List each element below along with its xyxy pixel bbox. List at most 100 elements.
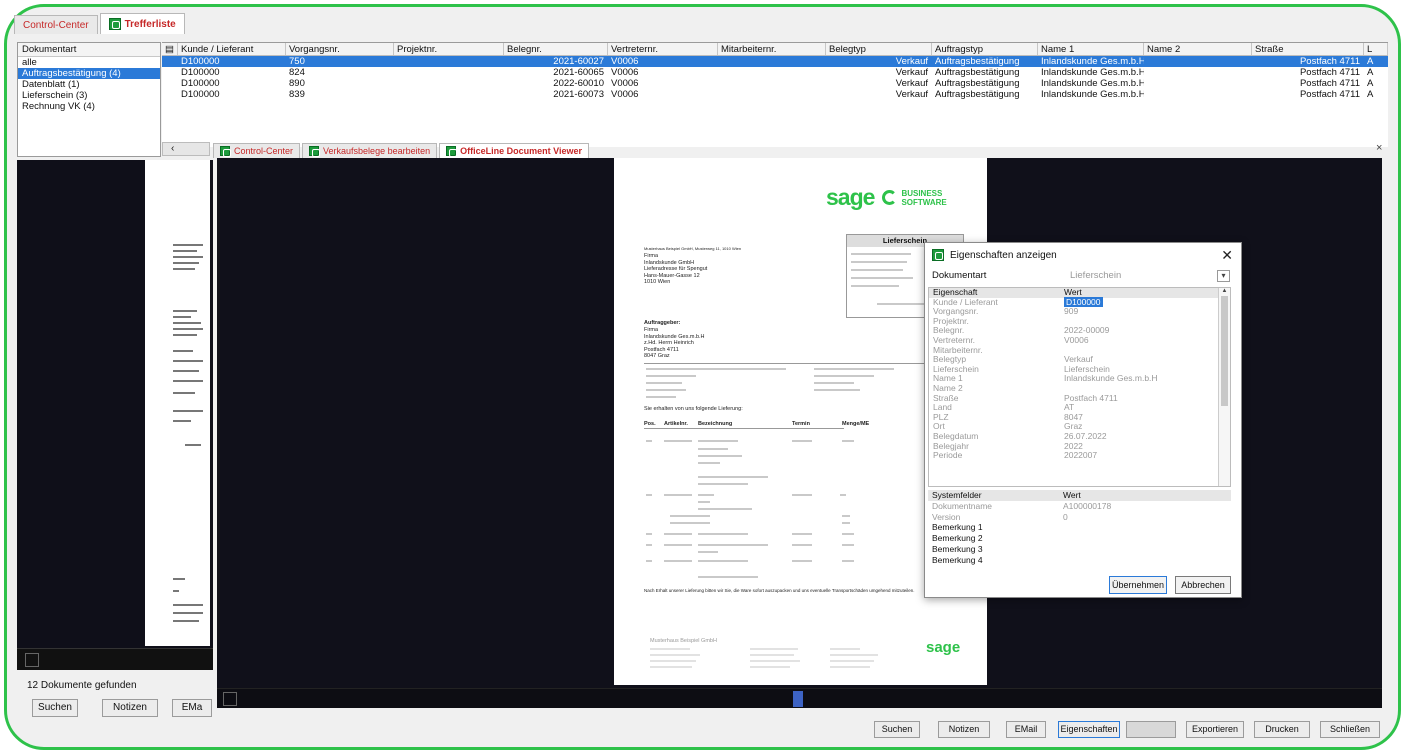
search-button-left[interactable]: Suchen [32, 699, 78, 717]
app-icon [446, 146, 458, 157]
search-button[interactable]: Suchen [874, 721, 920, 738]
header-systemfelder: Systemfelder [932, 490, 982, 500]
table-cell: 750 [289, 56, 305, 67]
system-key: Bemerkung 4 [932, 554, 983, 565]
system-row[interactable]: Version 0 [928, 512, 1231, 523]
doctype-value[interactable]: Lieferschein [1070, 270, 1121, 281]
horizontal-scroll-left[interactable]: ‹ [162, 142, 210, 156]
column-header[interactable]: Vertreternr. [608, 43, 718, 55]
viewer-close-icon[interactable]: × [1376, 142, 1382, 154]
column-header[interactable]: Straße [1252, 43, 1364, 55]
column-header[interactable]: Name 1 [1038, 43, 1144, 55]
doctype-item[interactable]: Auftragsbestätigung (4) [18, 68, 160, 79]
column-header[interactable]: Mitarbeiternr. [718, 43, 826, 55]
system-row[interactable]: Bemerkung 3 [928, 544, 1231, 555]
table-cell: 890 [289, 78, 305, 89]
chevron-down-icon[interactable]: ▾ [1217, 270, 1230, 282]
items-column-header: Pos. [644, 421, 656, 427]
tab-label: Control-Center [23, 19, 89, 31]
table-cell [394, 89, 504, 100]
property-row[interactable]: Periode 2022007 [929, 450, 1230, 461]
column-header[interactable]: Kunde / Lieferant [178, 43, 286, 55]
system-value: A100000178 [1063, 500, 1112, 511]
column-header[interactable]: Belegtyp [826, 43, 932, 55]
table-row[interactable]: D100000 839 2021-60073 V0006 Verkauf Auftrags… [162, 89, 1388, 100]
print-button[interactable]: Drucken [1254, 721, 1310, 738]
email-button-left[interactable]: EMa [172, 699, 212, 717]
tab-trefferliste[interactable]: Trefferliste [99, 13, 185, 34]
column-header[interactable]: Projektnr. [394, 43, 504, 55]
row-marker [162, 78, 178, 89]
system-row[interactable]: Bemerkung 2 [928, 533, 1231, 544]
properties-button[interactable]: Eigenschaften [1058, 721, 1120, 738]
fit-icon[interactable] [223, 692, 237, 706]
doctype-item[interactable]: Lieferschein (3) [18, 90, 160, 101]
email-button[interactable]: EMail [1006, 721, 1046, 738]
table-cell: Auftragsbestätigung [935, 78, 1020, 89]
export-button[interactable]: Exportieren [1186, 721, 1244, 738]
property-value: 2022007 [1064, 450, 1230, 461]
address-line: 8047 Graz [644, 353, 670, 359]
property-value-text: Graz [1064, 421, 1083, 432]
table-cell [718, 78, 826, 89]
notes-button-left[interactable]: Notizen [102, 699, 158, 717]
close-button[interactable]: Schließen [1320, 721, 1380, 738]
table-cell: Auftragsbestätigung [935, 67, 1020, 78]
table-cell: Verkauf [895, 67, 928, 78]
table-cell: D100000 [181, 78, 220, 89]
grid-header-row: ▤ Kunde / Lieferant Vorgangsnr. Projektnr. B… [162, 43, 1388, 56]
app-icon [220, 146, 231, 157]
doctype-row: Dokumentart Lieferschein ▾ [932, 270, 1230, 284]
system-row[interactable]: Dokumentname A100000178 [928, 501, 1231, 512]
table-cell: Inlandskunde Ges.m.b.H [1041, 56, 1144, 67]
property-scrollbar[interactable]: ▲ [1218, 288, 1230, 486]
table-cell: 2021-60065 [553, 67, 604, 78]
scroll-thumb[interactable] [793, 691, 803, 707]
property-row[interactable]: Straße Postfach 4711 [929, 393, 1230, 404]
column-header[interactable]: Belegnr. [504, 43, 608, 55]
table-row[interactable]: D100000 750 2021-60027 V0006 Verkauf Auftrags… [162, 56, 1388, 67]
notes-button[interactable]: Notizen [938, 721, 990, 738]
table-cell: D100000 [181, 56, 220, 67]
doctype-item[interactable]: Datenblatt (1) [18, 79, 160, 90]
table-cell: 824 [289, 67, 305, 78]
doctype-item[interactable]: Rechnung VK (4) [18, 101, 160, 112]
property-value-text: 2022-00009 [1064, 325, 1110, 336]
scroll-thumb[interactable] [1221, 296, 1228, 406]
system-key: Bemerkung 3 [932, 543, 983, 554]
doctype-label: Dokumentart [932, 270, 987, 281]
scroll-up-icon[interactable]: ▲ [1219, 288, 1230, 294]
system-row[interactable]: Bemerkung 1 [928, 522, 1231, 533]
table-cell: A [1367, 67, 1374, 78]
left-preview-scrollbar[interactable] [17, 648, 213, 670]
dialog-close-icon[interactable]: ✕ [1221, 247, 1233, 264]
system-row[interactable]: Bemerkung 4 [928, 555, 1231, 566]
disabled-button [1126, 721, 1176, 738]
app-icon [108, 18, 121, 30]
property-row[interactable]: Vorgangsnr. 909 [929, 306, 1230, 317]
table-cell: 839 [289, 89, 305, 100]
tab-verkaufsbelege[interactable]: Verkaufsbelege bearbeiten [302, 143, 438, 158]
table-cell [394, 78, 504, 89]
table-cell: A [1367, 78, 1374, 89]
tab-control-center[interactable]: Control-Center [14, 15, 98, 34]
apply-button[interactable]: Übernehmen [1109, 576, 1167, 594]
table-cell: D100000 [181, 89, 220, 100]
dialog-titlebar: Eigenschaften anzeigen [925, 243, 1241, 267]
doctype-item[interactable]: alle [18, 57, 160, 68]
column-header[interactable]: Auftragstyp [932, 43, 1038, 55]
tab-viewer-control-center[interactable]: Control-Center [213, 143, 301, 158]
property-row[interactable]: Name 1 Inlandskunde Ges.m.b.H [929, 374, 1230, 384]
cancel-button[interactable]: Abbrechen [1175, 576, 1231, 594]
table-cell: 2022-60010 [553, 78, 604, 89]
property-value: 26.07.2022 [1064, 431, 1230, 442]
column-header[interactable]: L [1364, 43, 1388, 55]
table-row[interactable]: D100000 824 2021-60065 V0006 Verkauf Auftrags… [162, 67, 1388, 78]
fit-icon[interactable] [25, 653, 39, 667]
column-header[interactable]: Vorgangsnr. [286, 43, 394, 55]
table-row[interactable]: D100000 890 2022-60010 V0006 Verkauf Auftrags… [162, 78, 1388, 89]
viewer-scrollbar[interactable] [217, 688, 1382, 708]
column-header[interactable]: Name 2 [1144, 43, 1252, 55]
tab-document-viewer[interactable]: OfficeLine Document Viewer [439, 143, 589, 158]
app-icon [932, 249, 944, 261]
